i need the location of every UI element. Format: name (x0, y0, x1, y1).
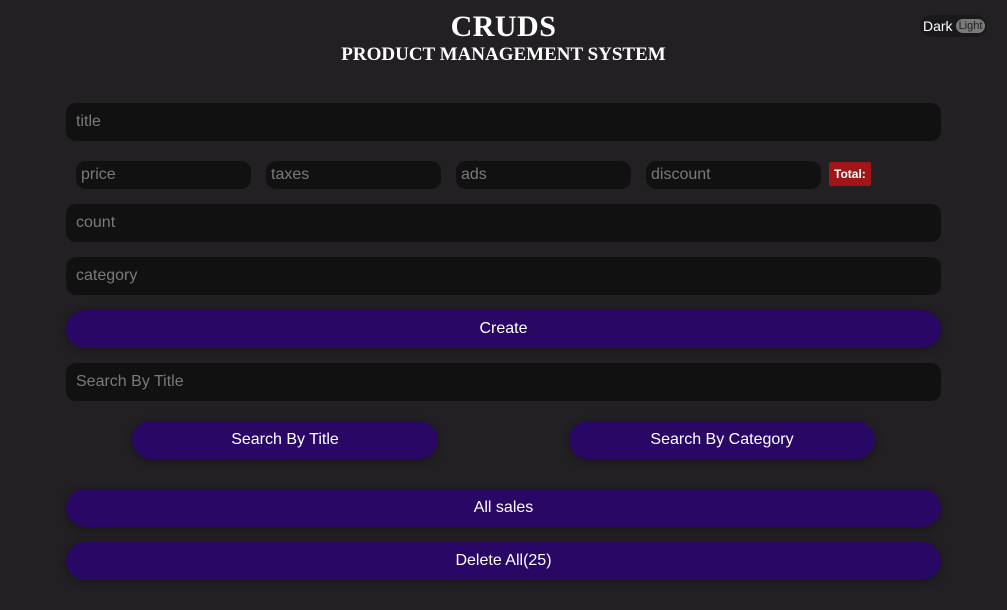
theme-dark-label: Dark (923, 18, 953, 34)
search-by-title-button[interactable]: Search By Title (132, 421, 438, 459)
total-badge: Total: (829, 162, 871, 186)
page-header: CRUDS PRODUCT MANAGEMENT SYSTEM (0, 10, 1007, 66)
ads-input[interactable] (456, 161, 631, 189)
search-by-category-button[interactable]: Search By Category (569, 421, 875, 459)
title-input[interactable] (66, 103, 941, 141)
all-sales-button[interactable]: All sales (66, 489, 941, 527)
count-input[interactable] (66, 204, 941, 242)
app-subtitle: PRODUCT MANAGEMENT SYSTEM (341, 44, 666, 65)
theme-light-label: Light (955, 19, 986, 33)
taxes-input[interactable] (266, 161, 441, 189)
price-input[interactable] (76, 161, 251, 189)
search-input[interactable] (66, 363, 941, 401)
theme-toggle[interactable]: Dark Light (920, 15, 988, 37)
create-button[interactable]: Create (66, 310, 941, 348)
app-page: CRUDS PRODUCT MANAGEMENT SYSTEM Dark Lig… (0, 0, 1007, 610)
delete-all-button[interactable]: Delete All(25) (66, 542, 941, 580)
discount-input[interactable] (646, 161, 821, 189)
category-input[interactable] (66, 257, 941, 295)
app-title: CRUDS (450, 10, 557, 43)
